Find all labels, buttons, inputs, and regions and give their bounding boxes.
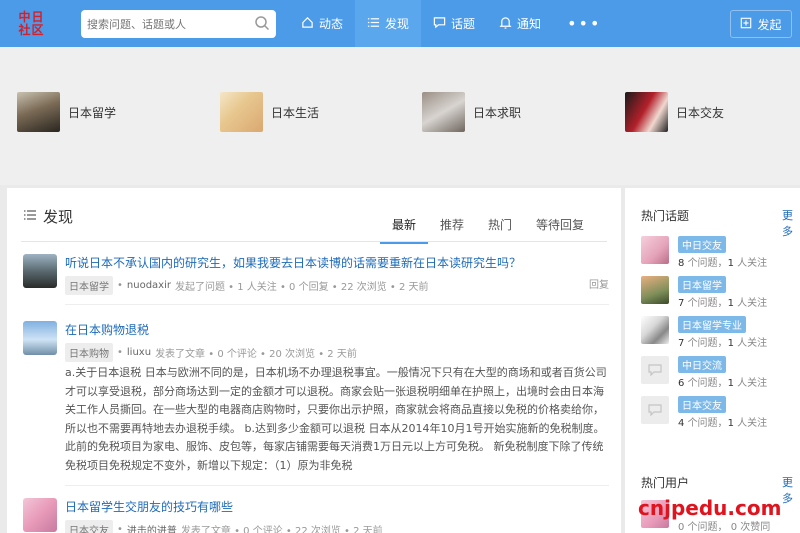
- nav-item-dongtai[interactable]: 动态: [289, 0, 355, 47]
- category-thumbnail: [17, 92, 60, 132]
- chat-icon[interactable]: [641, 396, 669, 424]
- topic-thumbnail[interactable]: [641, 276, 669, 304]
- tab-hot[interactable]: 热门: [476, 210, 524, 244]
- tab-waiting-reply[interactable]: 等待回复: [524, 210, 596, 244]
- hot-users-title: 热门用户: [641, 476, 690, 490]
- category-label: 日本求职: [473, 105, 522, 120]
- tab-latest[interactable]: 最新: [380, 210, 429, 244]
- logo-line-1: 中日: [18, 9, 45, 24]
- topic-name[interactable]: 中日交流: [678, 356, 726, 373]
- tab-recommended[interactable]: 推荐: [428, 210, 476, 244]
- nav-label: 话题: [451, 17, 476, 31]
- divider: [21, 241, 607, 242]
- watermark: cnjpedu.com: [638, 496, 782, 520]
- site-logo[interactable]: 中日 社区: [0, 0, 63, 47]
- reply-link[interactable]: 回复: [589, 276, 609, 291]
- topic-tag[interactable]: 日本交友: [65, 520, 113, 533]
- avatar[interactable]: [23, 254, 57, 288]
- category-label: 日本交友: [676, 105, 725, 120]
- top-header: 中日 社区 动态 发现 话题 通知 ••• 发起: [0, 0, 800, 47]
- list-item: 日本留学生交朋友的技巧有哪些 日本交友 • 进击的进普 发表了文章 • 0 个评…: [23, 498, 609, 533]
- search-input[interactable]: [81, 10, 246, 38]
- logo-line-2: 社区: [18, 22, 45, 37]
- home-icon: [301, 16, 314, 32]
- chat-icon: [433, 16, 446, 32]
- nav-label: 动态: [319, 17, 344, 31]
- section-title-text: 发现: [43, 208, 74, 226]
- bullet: •: [117, 524, 123, 533]
- more-menu-button[interactable]: •••: [553, 0, 615, 47]
- author-link[interactable]: 进击的进普: [127, 522, 177, 533]
- hot-users-more-link[interactable]: 更多: [782, 474, 800, 506]
- hot-topics-more-link[interactable]: 更多: [782, 207, 800, 239]
- topic-stats: 7 个问题，1 人关注: [678, 298, 768, 309]
- category-job[interactable]: 日本求职: [422, 92, 521, 132]
- nav-label: 通知: [517, 17, 542, 31]
- topic-name[interactable]: 日本留学: [678, 276, 726, 293]
- category-label: 日本生活: [271, 105, 320, 120]
- hot-topics-title: 热门话题: [641, 209, 690, 223]
- nav-label: 发现: [385, 17, 410, 31]
- category-thumbnail: [220, 92, 263, 132]
- author-link[interactable]: liuxu: [127, 347, 151, 358]
- publish-button[interactable]: 发起: [730, 10, 792, 38]
- item-title[interactable]: 日本留学生交朋友的技巧有哪些: [65, 498, 233, 515]
- item-meta: 日本留学 • nuodaxir 发起了问题 • 1 人关注 • 0 个回复 • …: [65, 276, 429, 295]
- list-icon: [367, 16, 380, 32]
- divider: [65, 304, 609, 305]
- item-title[interactable]: 在日本购物退税: [65, 321, 149, 338]
- search-box: [81, 10, 276, 38]
- item-meta: 日本交友 • 进击的进普 发表了文章 • 0 个评论 • 22 次浏览 • 2 …: [65, 520, 383, 533]
- category-label: 日本留学: [68, 105, 117, 120]
- topic-stats: 7 个问题，1 人关注: [678, 338, 768, 349]
- publish-label: 发起: [757, 17, 782, 32]
- nav-item-faxian[interactable]: 发现: [355, 0, 422, 47]
- sidebar: 热门话题 更多 中日交友 8 个问题，1 人关注 日本留学 7 个问题，1 人关…: [625, 188, 800, 533]
- chat-icon[interactable]: [641, 356, 669, 384]
- section-title: 发现: [23, 206, 73, 227]
- meta-text: 发表了文章 • 0 个评论 • 22 次浏览 • 2 天前: [180, 526, 383, 533]
- discover-panel: 发现 最新 推荐 热门 等待回复 听说日本不承认国内的研究生，如果我要去日本读博…: [7, 188, 621, 533]
- category-friends[interactable]: 日本交友: [625, 92, 724, 132]
- topic-thumbnail[interactable]: [641, 236, 669, 264]
- list-item: 听说日本不承认国内的研究生，如果我要去日本读博的话需要重新在日本读研究生吗？ 日…: [23, 254, 609, 295]
- category-strip: 日本留学 日本生活 日本求职 日本交友: [0, 47, 800, 185]
- avatar[interactable]: [23, 498, 57, 532]
- topic-name[interactable]: 日本留学专业: [678, 316, 746, 333]
- user-stats: 0 个问题， 0 次赞同: [678, 522, 771, 533]
- topic-name[interactable]: 日本交友: [678, 396, 726, 413]
- avatar[interactable]: [23, 321, 57, 355]
- nav-item-huati[interactable]: 话题: [421, 0, 487, 47]
- topic-tag[interactable]: 日本留学: [65, 276, 113, 295]
- bullet: •: [117, 347, 123, 358]
- edit-icon: [740, 17, 752, 32]
- category-study[interactable]: 日本留学: [17, 92, 116, 132]
- item-title[interactable]: 听说日本不承认国内的研究生，如果我要去日本读博的话需要重新在日本读研究生吗？: [65, 254, 521, 271]
- divider: [65, 485, 609, 486]
- nav-item-tongzhi[interactable]: 通知: [487, 0, 553, 47]
- topic-tag[interactable]: 日本购物: [65, 343, 113, 362]
- category-thumbnail: [625, 92, 668, 132]
- meta-text: 发起了问题 • 1 人关注 • 0 个回复 • 22 次浏览 • 2 天前: [174, 282, 429, 293]
- main-nav: 动态 发现 话题 通知 •••: [289, 0, 615, 47]
- bell-icon: [499, 16, 512, 32]
- category-thumbnail: [422, 92, 465, 132]
- category-life[interactable]: 日本生活: [220, 92, 319, 132]
- topic-stats: 6 个问题，1 人关注: [678, 378, 768, 389]
- article-excerpt: a.关于日本退税 日本与欧洲不同的是，日本机场不办理退税事宜。一般情况下只有在大…: [65, 366, 607, 472]
- list-icon: [23, 208, 37, 226]
- list-item: 在日本购物退税 日本购物 • liuxu 发表了文章 • 0 个评论 • 20 …: [23, 321, 609, 472]
- topic-name[interactable]: 中日交友: [678, 236, 726, 253]
- item-meta: 日本购物 • liuxu 发表了文章 • 0 个评论 • 20 次浏览 • 2 …: [65, 343, 357, 362]
- author-link[interactable]: nuodaxir: [127, 280, 171, 291]
- meta-text: 发表了文章 • 0 个评论 • 20 次浏览 • 2 天前: [155, 349, 357, 360]
- bullet: •: [117, 280, 123, 291]
- search-icon[interactable]: [254, 15, 270, 34]
- topic-thumbnail[interactable]: [641, 316, 669, 344]
- topic-stats: 4 个问题，1 人关注: [678, 418, 768, 429]
- topic-stats: 8 个问题，1 人关注: [678, 258, 768, 269]
- feed-tabs: 最新 推荐 热门 等待回复: [380, 210, 596, 244]
